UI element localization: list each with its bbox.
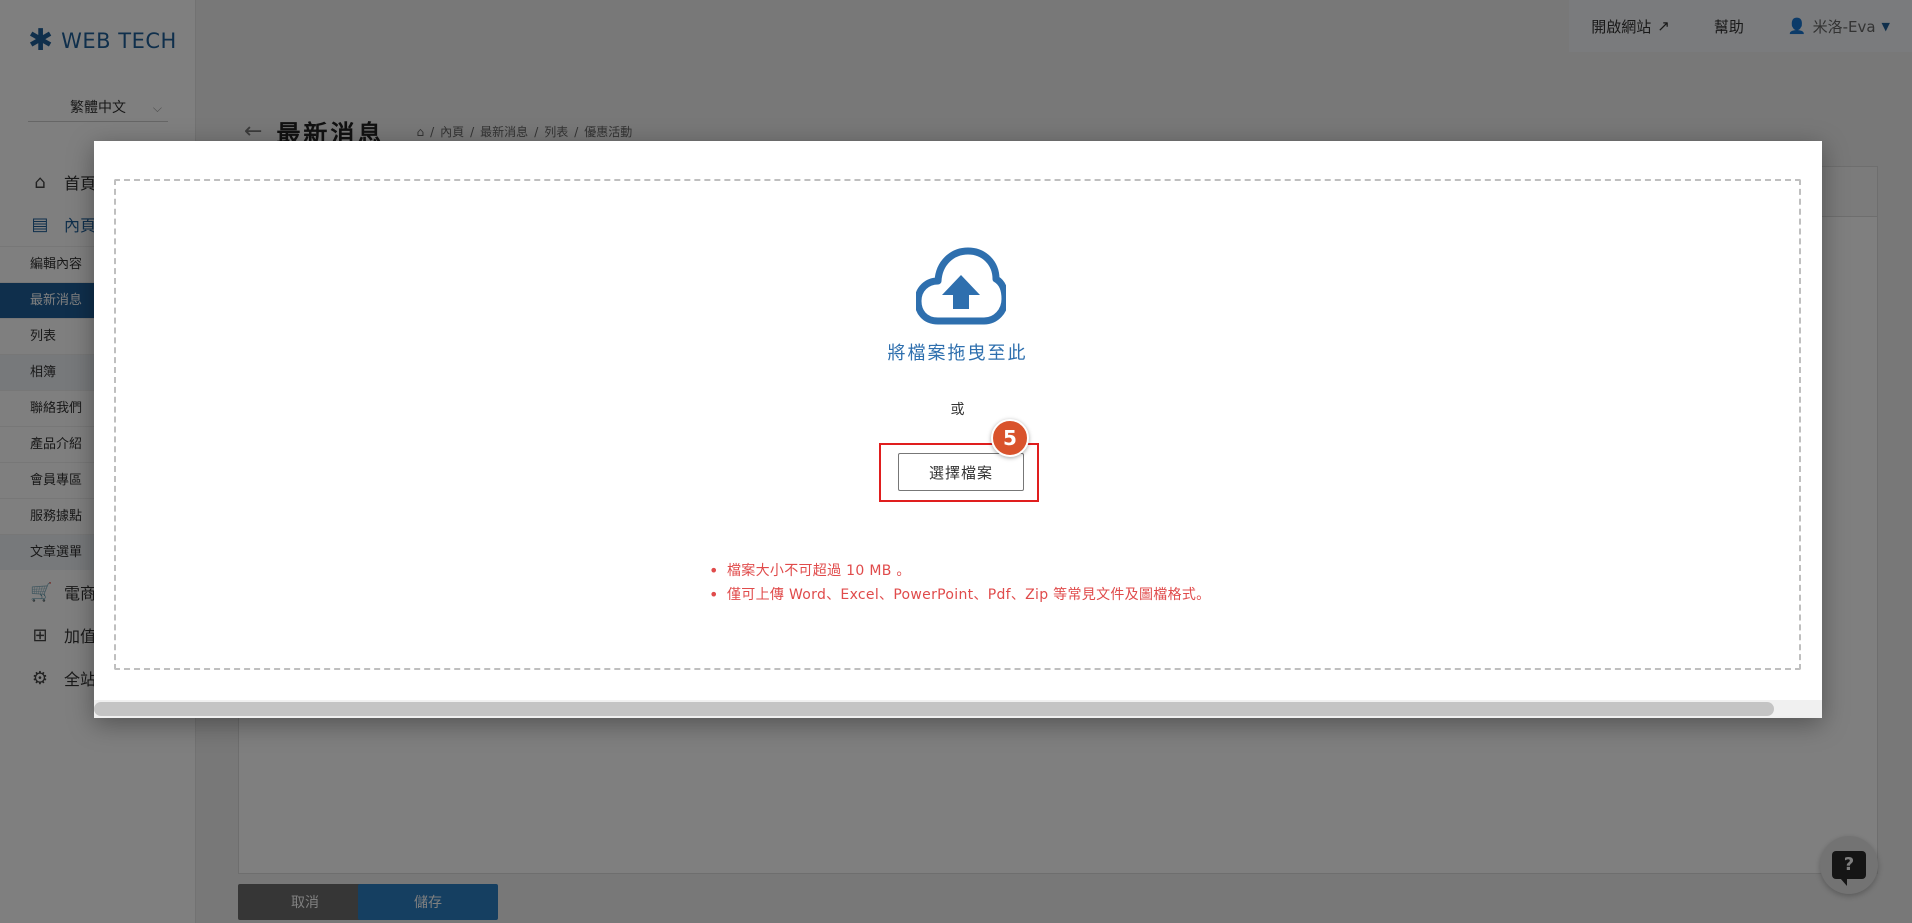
choose-file-button[interactable]: 選擇檔案	[898, 453, 1024, 491]
upload-note: 檔案大小不可超過 10 MB 。	[707, 559, 1210, 583]
upload-note: 僅可上傳 Word、Excel、PowerPoint、Pdf、Zip 等常見文件…	[707, 583, 1210, 607]
upload-notes-list: 檔案大小不可超過 10 MB 。 僅可上傳 Word、Excel、PowerPo…	[707, 559, 1210, 607]
scrollbar-thumb[interactable]	[94, 702, 1774, 716]
cloud-upload-icon	[916, 247, 1006, 325]
file-upload-modal: 將檔案拖曳至此 或 選擇檔案 5 檔案大小不可超過 10 MB 。 僅可上傳 W…	[94, 141, 1822, 718]
horizontal-scrollbar[interactable]	[94, 700, 1822, 718]
step-number-badge: 5	[991, 419, 1029, 457]
or-separator-text: 或	[950, 402, 965, 418]
drop-hint-text: 將檔案拖曳至此	[887, 343, 1028, 364]
file-dropzone[interactable]: 將檔案拖曳至此 或 選擇檔案 5 檔案大小不可超過 10 MB 。 僅可上傳 W…	[114, 179, 1801, 670]
step-highlight-box: 選擇檔案 5	[879, 419, 1039, 502]
